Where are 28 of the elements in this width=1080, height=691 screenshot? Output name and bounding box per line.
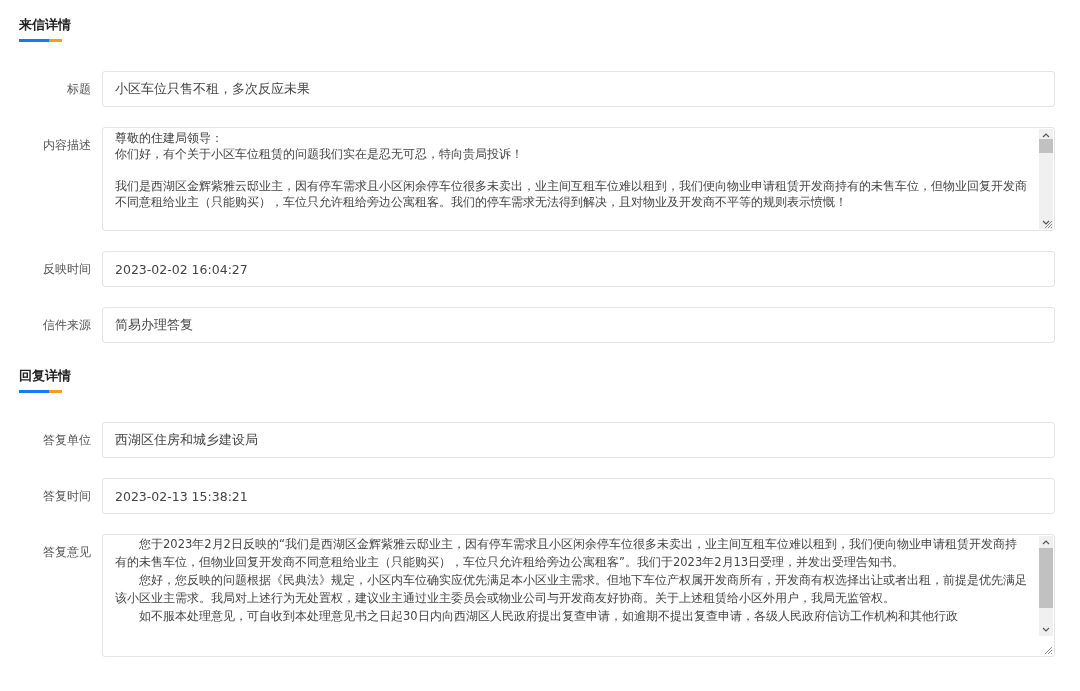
- resize-grip-icon[interactable]: [1042, 644, 1053, 655]
- text-field[interactable]: 2023-02-02 16:04:27: [102, 251, 1055, 287]
- field-label: 答复单位: [42, 432, 92, 449]
- text-area[interactable]: [102, 534, 1055, 657]
- paragraph: 尊敬的住建局领导：: [115, 130, 224, 146]
- field-label: 标题: [66, 81, 92, 98]
- paragraph: 您好，您反映的问题根据《民典法》规定，小区内车位确实应优先满足本小区业主需求。但地下车位产权属开发商所有，开发商有权选择出让或者出租，前提是优先满足该小区业主需求。我局对上述行为无处置权，建议业主通过业主委员会或物业公司与开发商友好协商。关于上述租赁给小区外用户，我局无监管权。: [115, 572, 1028, 607]
- text-field[interactable]: 西湖区住房和城乡建设局: [102, 422, 1055, 458]
- scrollbar[interactable]: [1039, 129, 1053, 229]
- scrollbar[interactable]: [1039, 536, 1053, 636]
- paragraph: 您于2023年2月2日反映的“我们是西湖区金辉紫雅云邸业主，因有停车需求且小区闲余停车位很多未卖出，业主间互租车位难以租到，我们便向物业申请租赁开发商持有的未售车位，但物业回复开发商不同意租给业主（只能购买），车位只允许租给旁边公寓租客”。我们于2023年2月13日受理，并发出受理告知书。: [115, 536, 1018, 571]
- text-area[interactable]: 尊敬的住建局领导： 你们好，有个关于小区车位租赁的问题我们实在是忍无可忍，特向贵局投诉！ 我们是西湖区金辉紫雅云邸业主，因有停车需求且小区闲余停车位很多未卖出，业主间互租车位难以租到，我们便向物业申请租赁开发商持有的未售车位，但物业回复开发商不同意租给业主（只能购买），车位只允许租给旁边公寓租客。我们的停车需求无法得到解决，且对物业及开发商不平等的规则表示愤慨！: [102, 127, 1055, 231]
- field-label: 信件来源: [42, 317, 92, 334]
- text-field[interactable]: 2023-02-13 15:38:21: [102, 478, 1055, 514]
- text-field[interactable]: 小区车位只售不租，多次反应未果: [102, 71, 1055, 107]
- field-label: 反映时间: [42, 261, 92, 278]
- field-label: 内容描述: [42, 137, 92, 154]
- title-underline: [19, 390, 62, 393]
- paragraph: 如不服本处理意见，可自收到本处理意见书之日起30日内向西湖区人民政府提出复查申请，如逾期不提出复查申请，各级人民政府信访工作机构和其他行政: [138, 608, 959, 625]
- paragraph: 我们是西湖区金辉紫雅云邸业主，因有停车需求且小区闲余停车位很多未卖出，业主间互租车位难以租到，我们便向物业申请租赁开发商持有的未售车位，但物业回复开发商不同意租给业主（只能购买），车位只允许租给旁边公寓租客。我们的停车需求无法得到解决，且对物业及开发商不平等的规则表示愤慨！: [115, 178, 1028, 210]
- paragraph: 你们好，有个关于小区车位租赁的问题我们实在是忍无可忍，特向贵局投诉！: [115, 146, 524, 162]
- text-field[interactable]: 简易办理答复: [102, 307, 1055, 343]
- section-title: 来信详情: [19, 16, 71, 34]
- section-title: 回复详情: [19, 367, 71, 385]
- resize-grip-icon[interactable]: [1042, 218, 1053, 229]
- field-label: 答复意见: [42, 544, 92, 561]
- title-underline: [19, 39, 62, 42]
- field-label: 答复时间: [42, 488, 92, 505]
